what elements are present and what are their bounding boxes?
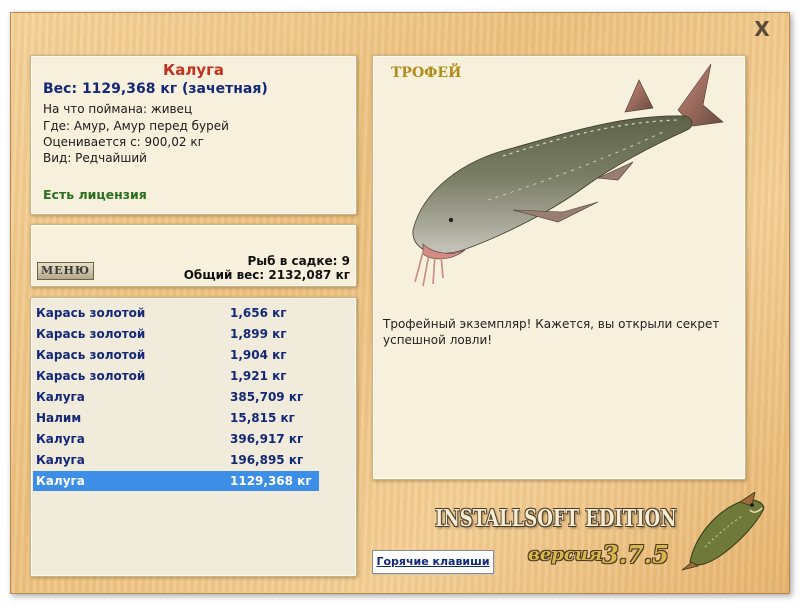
fish-name: Калуга [162,61,225,79]
version-number: 3.7.5 [602,540,669,569]
catch-name: Карась золотой [36,327,146,341]
fish-bait: На что поймана: живец [43,102,193,116]
cage-total-weight: Общий вес: 2132,087 кг [183,268,350,282]
version-word: версия [528,544,603,565]
fish-location: Где: Амур, Амур перед бурей [43,119,229,133]
catch-row-3[interactable]: Карась золотой 1,904 кг [33,345,319,365]
catch-weight: 196,895 кг [230,453,304,467]
catch-weight: 1129,368 кг [230,474,312,488]
trophy-panel: ТРОФЕЙ Трофейный экземпляр! Кажется, вы … [372,55,746,480]
hotkeys-button[interactable]: Горячие клавиши [372,550,494,574]
catch-row-9-selected[interactable]: Калуга 1129,368 кг [33,471,319,491]
catch-row-2[interactable]: Карась золотой 1,899 кг [33,324,319,344]
catch-row-7[interactable]: Калуга 396,917 кг [33,429,319,449]
trophy-description: Трофейный экземпляр! Кажется, вы открыли… [383,317,720,347]
catch-name: Налим [36,411,82,425]
catch-weight: 1,899 кг [230,327,287,341]
catch-weight: 1,656 кг [230,306,287,320]
catch-name: Калуга [36,474,85,488]
catch-name: Калуга [36,390,85,404]
catch-name: Карась золотой [36,348,146,362]
fish-info-panel: Калуга Вес: 1129,368 кг (зачетная) На чт… [30,55,357,215]
catch-list: Карась золотой 1,656 кг Карась золотой 1… [30,297,357,577]
catch-weight: 15,815 кг [230,411,295,425]
pike-logo-icon [681,492,765,571]
cage-panel: МЕНЮ Рыб в садке: 9 Общий вес: 2132,087 … [30,224,357,287]
close-icon[interactable]: X [751,19,773,39]
catch-row-1[interactable]: Карась золотой 1,656 кг [33,303,319,323]
catch-row-5[interactable]: Калуга 385,709 кг [33,387,319,407]
catch-name: Карась золотой [36,369,146,383]
catch-weight: 1,904 кг [230,348,287,362]
license-status: Есть лицензия [43,187,147,202]
brand-title: INSTALLSOFT EDITION [435,505,677,532]
kaluga-fish-image [412,63,724,287]
catch-row-6[interactable]: Налим 15,815 кг [33,408,319,428]
catch-weight: 385,709 кг [230,390,304,404]
menu-button[interactable]: МЕНЮ [37,262,94,280]
catch-weight: 1,921 кг [230,369,287,383]
catch-name: Калуга [36,432,85,446]
catch-weight: 396,917 кг [230,432,304,446]
fish-value: Оценивается с: 900,02 кг [43,135,204,149]
fish-rarity: Вид: Редчайший [43,151,147,165]
fish-weight: Вес: 1129,368 кг (зачетная) [43,81,268,97]
catch-name: Калуга [36,453,85,467]
catch-row-4[interactable]: Карась золотой 1,921 кг [33,366,319,386]
catch-row-8[interactable]: Калуга 196,895 кг [33,450,319,470]
cage-fish-count: Рыб в садке: 9 [247,254,351,268]
catch-name: Карась золотой [36,306,146,320]
